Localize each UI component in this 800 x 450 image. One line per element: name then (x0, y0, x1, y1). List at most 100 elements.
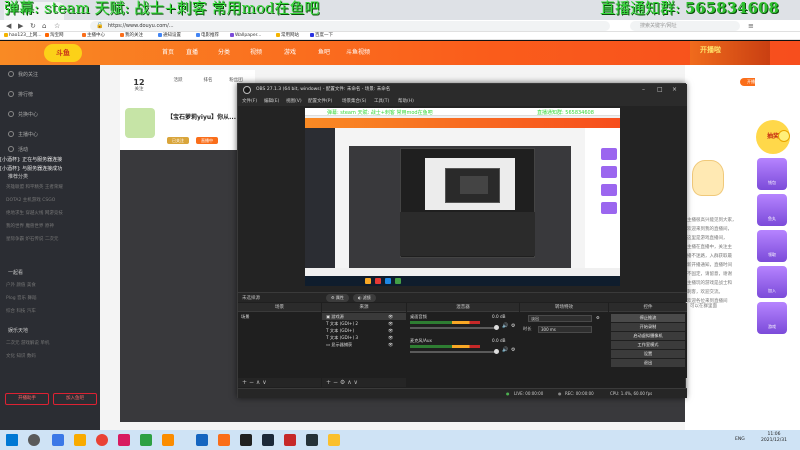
settings-button[interactable]: 设置 (611, 350, 685, 358)
sidebar-grid-row[interactable]: Plog 音乐 舞蹈 (6, 295, 36, 303)
bookmark-item[interactable]: 我的关注 (120, 32, 143, 40)
room-badge[interactable]: 已关注 (167, 137, 189, 144)
gear-icon[interactable]: ⚙ (596, 314, 600, 321)
nav-item[interactable]: 分类 (218, 47, 230, 59)
arrow-down-icon[interactable]: ∨ (262, 379, 266, 386)
arrow-up-icon[interactable]: ∧ (256, 379, 260, 386)
speaker-icon[interactable]: 🔊 (502, 323, 508, 330)
sidebar-button[interactable]: 开播助手 (5, 393, 49, 405)
sidebar-item-follow[interactable]: 我的关注 (8, 70, 38, 80)
steam-icon[interactable] (262, 434, 274, 446)
menu-profile[interactable]: 配置文件(P) (308, 98, 332, 104)
eye-icon[interactable]: 👁 (388, 320, 393, 327)
menu-file[interactable]: 文件(F) (242, 98, 257, 104)
sidebar-grid-row[interactable]: 户外 颜值 美食 (6, 282, 36, 290)
header-promo-banner[interactable]: 开播啦 (690, 41, 770, 65)
minimize-icon[interactable]: – (642, 85, 645, 95)
search-icon[interactable] (28, 434, 40, 446)
menu-scene-collection[interactable]: 场景集合(S) (342, 98, 366, 104)
volume-slider[interactable] (410, 327, 498, 329)
remove-icon[interactable]: − (333, 379, 338, 386)
maximize-icon[interactable]: □ (657, 85, 663, 95)
eye-icon[interactable]: 👁 (388, 313, 393, 320)
app-icon[interactable] (284, 434, 296, 446)
virtual-camera-button[interactable]: 启动虚拟摄像机 (611, 332, 685, 340)
reload-icon[interactable]: ↻ (30, 22, 36, 30)
app-icon[interactable] (118, 434, 130, 446)
start-icon[interactable] (6, 434, 18, 446)
speaker-icon[interactable]: 🔊 (502, 347, 508, 354)
streamer-avatar[interactable] (125, 108, 155, 138)
app-icon[interactable] (328, 434, 340, 446)
app-icon[interactable] (196, 434, 208, 446)
nav-item[interactable]: 斗鱼视频 (346, 47, 370, 59)
sidebar-grid-row[interactable]: 我的世界 魔兽世界 原神 (6, 223, 54, 231)
stop-streaming-button[interactable]: 停止推流 (611, 314, 685, 322)
transition-select[interactable]: 淡出 (528, 315, 592, 322)
menu-view[interactable]: 视图(V) (286, 98, 302, 104)
app-icon[interactable] (162, 434, 174, 446)
menu-tools[interactable]: 工具(T) (374, 98, 389, 104)
remove-icon[interactable]: − (249, 379, 254, 386)
sidebar-grid-row[interactable]: 二次元 游戏解说 单机 (6, 340, 49, 348)
sidebar-button[interactable]: 加入鱼吧 (53, 393, 97, 405)
add-icon[interactable]: + (242, 379, 247, 386)
source-item[interactable]: ▣ 游戏源 (326, 313, 344, 320)
bookmark-item[interactable]: Wallpaper... (230, 32, 261, 40)
language-indicator[interactable]: ENG (735, 437, 745, 443)
scene-item[interactable]: 场景 (241, 313, 249, 320)
arrow-down-icon[interactable]: ∨ (354, 379, 358, 386)
nav-item[interactable]: 游戏 (284, 47, 296, 59)
menu-help[interactable]: 帮助(H) (398, 98, 414, 104)
clock[interactable]: 11:06 2021/12/31 (752, 432, 796, 444)
gear-icon[interactable]: ⚙ (511, 347, 515, 354)
sidebar-grid-row[interactable]: 文化 知识 数码 (6, 353, 36, 361)
nav-item[interactable]: 首页 (162, 47, 174, 59)
source-item[interactable]: T 文本 (GDI+) 2 (326, 320, 358, 327)
star-icon[interactable]: ☆ (54, 22, 60, 30)
obs-icon[interactable] (240, 434, 252, 446)
exit-button[interactable]: 退出 (611, 359, 685, 367)
source-item[interactable]: T 文本 (GDI+) (326, 327, 354, 334)
site-logo[interactable]: 斗鱼 (44, 44, 82, 62)
nav-item[interactable]: 直播 (186, 47, 198, 59)
douyu-icon[interactable] (218, 434, 230, 446)
room-stat[interactable]: 排名 (200, 78, 216, 84)
sidebar-grid-row[interactable]: 绝地求生 穿越火线 网游竞技 (6, 210, 63, 218)
room-stat[interactable]: 活跃 (170, 78, 186, 84)
arrow-up-icon[interactable]: ∧ (347, 379, 351, 386)
sidebar-grid-row[interactable]: 综合 科技 汽车 (6, 308, 36, 316)
sidebar-item-anchor[interactable]: 主播中心 (8, 130, 38, 140)
gear-icon[interactable]: ⚙ (511, 323, 515, 330)
menu-icon[interactable]: ≡ (748, 22, 754, 30)
bookmark-item[interactable]: 通知设置 (158, 32, 181, 40)
volume-slider-knob[interactable] (494, 325, 499, 330)
nav-item[interactable]: 视频 (250, 47, 262, 59)
nav-item[interactable]: 鱼吧 (318, 47, 330, 59)
promo-item[interactable]: 鱼丸 (757, 194, 787, 226)
bookmark-item[interactable]: 淘宝网 (45, 32, 64, 40)
eye-icon[interactable]: 👁 (388, 334, 393, 341)
eye-icon[interactable]: 👁 (388, 341, 393, 348)
promo-item[interactable]: 钱包 (757, 158, 787, 190)
sidebar-grid-row[interactable]: 英雄联盟 和平精英 王者荣耀 (6, 184, 63, 192)
bookmark-item[interactable]: 常用网站 (276, 32, 299, 40)
volume-slider-knob[interactable] (494, 349, 499, 354)
bookmark-item[interactable]: hao123_上网... (4, 32, 42, 40)
chrome-icon[interactable] (96, 434, 108, 446)
source-item[interactable]: ▭ 显示器捕获 (326, 341, 352, 348)
forward-icon[interactable]: ▶ (18, 22, 23, 30)
promo-item[interactable]: 游戏 (757, 302, 787, 334)
bookmark-item[interactable]: 主播中心 (82, 32, 105, 40)
bookmark-item[interactable]: 电影推荐 (196, 32, 219, 40)
sidebar-item-exchange[interactable]: 兑换中心 (8, 110, 38, 120)
sidebar-item-rank[interactable]: 排行榜 (8, 90, 33, 100)
studio-mode-button[interactable]: 工作室模式 (611, 341, 685, 349)
file-explorer-icon[interactable] (74, 434, 86, 446)
room-stat[interactable]: 12 关注 (131, 78, 147, 93)
browser-search-input[interactable]: 搜索关键字/网址 (630, 21, 740, 31)
bookmark-item[interactable]: 百度一下 (310, 32, 333, 40)
taskview-icon[interactable] (52, 434, 64, 446)
back-icon[interactable]: ◀ (6, 22, 11, 30)
sidebar-grid-row[interactable]: 星际争霸 炉石传说 二次元 (6, 236, 58, 244)
